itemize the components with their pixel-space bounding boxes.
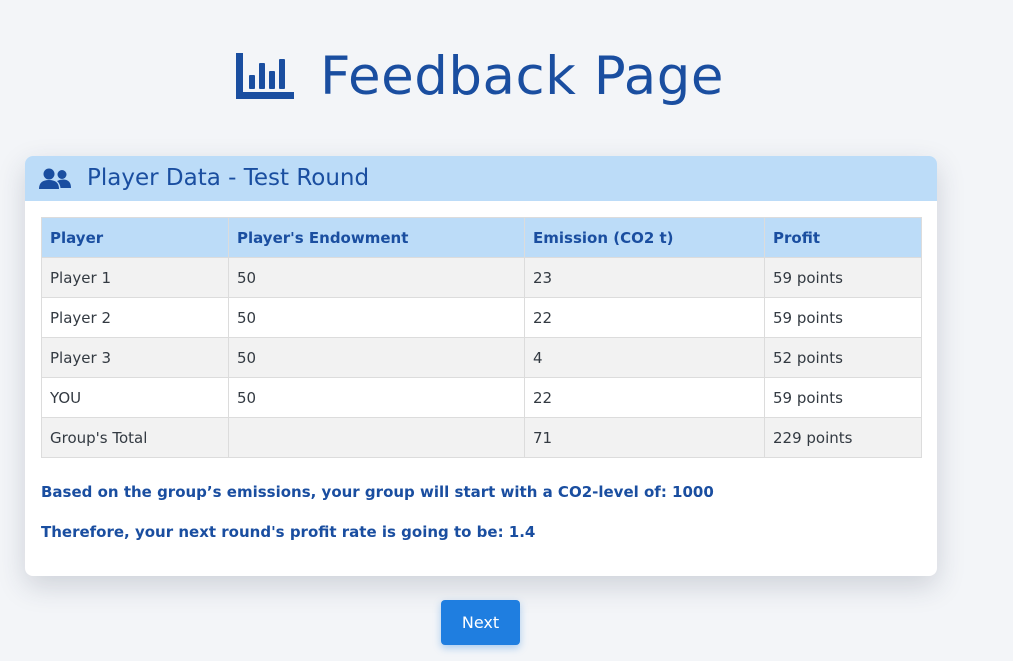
cell-endowment: 50 bbox=[228, 337, 525, 378]
column-header-endowment: Player's Endowment bbox=[228, 217, 525, 258]
table-row-group-total: Group's Total 71 229 points bbox=[41, 417, 922, 458]
cell-emission: 22 bbox=[524, 297, 765, 338]
card-title: Player Data - Test Round bbox=[87, 165, 370, 191]
cell-emission: 22 bbox=[524, 377, 765, 418]
cell-profit: 59 points bbox=[764, 297, 922, 338]
cell-player: YOU bbox=[41, 377, 229, 418]
column-header-emission: Emission (CO2 t) bbox=[524, 217, 765, 258]
chart-bar-icon bbox=[235, 53, 294, 99]
cell-player: Player 3 bbox=[41, 337, 229, 378]
cell-endowment: 50 bbox=[228, 257, 525, 298]
page-title: Feedback Page bbox=[319, 45, 725, 107]
cell-emission: 4 bbox=[524, 337, 765, 378]
co2-level-message: Based on the group’s emissions, your gro… bbox=[41, 483, 714, 501]
cell-endowment bbox=[228, 417, 525, 458]
cell-endowment: 50 bbox=[228, 377, 525, 418]
cell-profit: 229 points bbox=[764, 417, 922, 458]
cell-player: Player 1 bbox=[41, 257, 229, 298]
cell-player: Group's Total bbox=[41, 417, 229, 458]
table-row: Player 1 50 23 59 points bbox=[41, 257, 922, 298]
table-header-row: Player Player's Endowment Emission (CO2 … bbox=[41, 217, 922, 258]
table-row: YOU 50 22 59 points bbox=[41, 377, 922, 418]
player-data-table: Player Player's Endowment Emission (CO2 … bbox=[41, 217, 922, 458]
cell-emission: 23 bbox=[524, 257, 765, 298]
player-data-card: Player Data - Test Round Player Player's… bbox=[25, 156, 937, 576]
column-header-profit: Profit bbox=[764, 217, 922, 258]
table-row: Player 2 50 22 59 points bbox=[41, 297, 922, 338]
cell-profit: 59 points bbox=[764, 377, 922, 418]
cell-profit: 59 points bbox=[764, 257, 922, 298]
column-header-player: Player bbox=[41, 217, 229, 258]
users-icon bbox=[39, 168, 71, 189]
card-header: Player Data - Test Round bbox=[25, 156, 937, 201]
cell-profit: 52 points bbox=[764, 337, 922, 378]
cell-player: Player 2 bbox=[41, 297, 229, 338]
cell-endowment: 50 bbox=[228, 297, 525, 338]
cell-emission: 71 bbox=[524, 417, 765, 458]
profit-rate-message: Therefore, your next round's profit rate… bbox=[41, 523, 536, 541]
page-header: Feedback Page bbox=[0, 38, 960, 114]
table-row: Player 3 50 4 52 points bbox=[41, 337, 922, 378]
next-button[interactable]: Next bbox=[441, 600, 520, 645]
